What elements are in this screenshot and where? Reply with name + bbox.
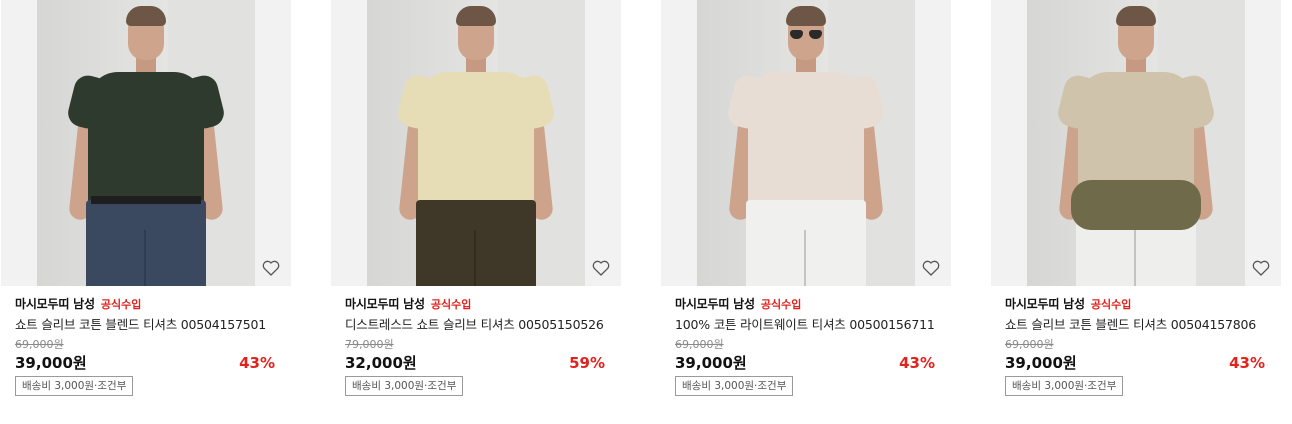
brand-name[interactable]: 마시모두띠 남성 (345, 297, 425, 311)
shipping-badge: 배송비 3,000원·조건부 (675, 376, 794, 396)
product-info: 마시모두띠 남성 공식수입 디스트레스드 쇼트 슬리브 티셔츠 005051505… (345, 294, 607, 396)
product-title[interactable]: 쇼트 슬리브 코튼 블렌드 티셔츠 00504157806 (1005, 316, 1267, 334)
official-import-badge: 공식수입 (100, 298, 142, 311)
model-photo (37, 0, 255, 286)
sale-price: 39,000원 (675, 354, 747, 372)
product-title[interactable]: 디스트레스드 쇼트 슬리브 티셔츠 00505150526 (345, 316, 607, 334)
product-title[interactable]: 100% 코튼 라이트웨이트 티셔츠 00500156711 (675, 316, 937, 334)
product-card[interactable]: 마시모두띠 남성 공식수입 디스트레스드 쇼트 슬리브 티셔츠 005051505… (331, 0, 621, 400)
product-grid: 마시모두띠 남성 공식수입 쇼트 슬리브 코튼 블렌드 티셔츠 005041575… (0, 0, 1292, 424)
shipping-badge: 배송비 3,000원·조건부 (1005, 376, 1124, 396)
official-import-badge: 공식수입 (1090, 298, 1132, 311)
wishlist-heart-icon[interactable] (591, 258, 611, 278)
product-info: 마시모두띠 남성 공식수입 쇼트 슬리브 코튼 블렌드 티셔츠 005041575… (15, 294, 277, 396)
brand-name[interactable]: 마시모두띠 남성 (1005, 297, 1085, 311)
original-price: 69,000원 (15, 338, 64, 351)
sunglasses-icon (790, 30, 822, 39)
product-info: 마시모두띠 남성 공식수입 쇼트 슬리브 코튼 블렌드 티셔츠 005041578… (1005, 294, 1267, 396)
product-card[interactable]: 마시모두띠 남성 공식수입 쇼트 슬리브 코튼 블렌드 티셔츠 005041575… (1, 0, 291, 400)
sale-price: 39,000원 (1005, 354, 1077, 372)
product-card[interactable]: 마시모두띠 남성 공식수입 쇼트 슬리브 코튼 블렌드 티셔츠 005041578… (991, 0, 1281, 400)
product-card[interactable]: 마시모두띠 남성 공식수입 100% 코튼 라이트웨이트 티셔츠 00500156… (661, 0, 951, 400)
discount-rate: 43% (1229, 354, 1265, 372)
official-import-badge: 공식수입 (430, 298, 472, 311)
shipping-badge: 배송비 3,000원·조건부 (15, 376, 134, 396)
original-price: 79,000원 (345, 338, 394, 351)
product-image[interactable] (1, 0, 291, 286)
product-title[interactable]: 쇼트 슬리브 코튼 블렌드 티셔츠 00504157501 (15, 316, 277, 334)
discount-rate: 43% (239, 354, 275, 372)
discount-rate: 59% (569, 354, 605, 372)
product-image[interactable] (331, 0, 621, 286)
wishlist-heart-icon[interactable] (261, 258, 281, 278)
model-photo (1027, 0, 1245, 286)
sale-price: 39,000원 (15, 354, 87, 372)
brand-name[interactable]: 마시모두띠 남성 (675, 297, 755, 311)
shipping-badge: 배송비 3,000원·조건부 (345, 376, 464, 396)
official-import-badge: 공식수입 (760, 298, 802, 311)
sale-price: 32,000원 (345, 354, 417, 372)
wishlist-heart-icon[interactable] (921, 258, 941, 278)
model-photo (367, 0, 585, 286)
product-image[interactable] (991, 0, 1281, 286)
original-price: 69,000원 (675, 338, 724, 351)
brand-name[interactable]: 마시모두띠 남성 (15, 297, 95, 311)
product-image[interactable] (661, 0, 951, 286)
discount-rate: 43% (899, 354, 935, 372)
original-price: 69,000원 (1005, 338, 1054, 351)
model-photo (697, 0, 915, 286)
product-info: 마시모두띠 남성 공식수입 100% 코튼 라이트웨이트 티셔츠 00500156… (675, 294, 937, 396)
wishlist-heart-icon[interactable] (1251, 258, 1271, 278)
